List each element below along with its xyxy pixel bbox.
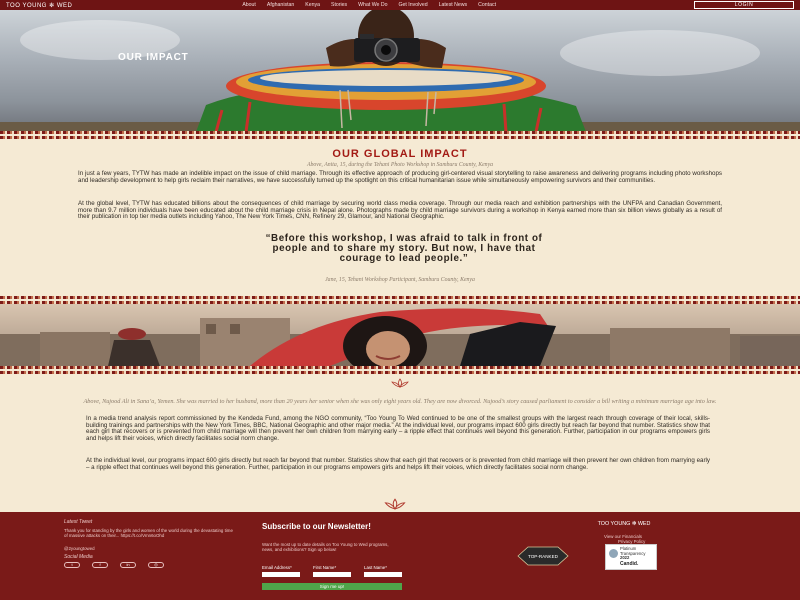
twitter-icon[interactable]: t <box>64 562 80 568</box>
seal-icon <box>609 549 618 558</box>
photographer-figure <box>196 10 586 132</box>
top-nav: TOO YOUNG ✻ WED About Afghanistan Kenya … <box>0 0 800 10</box>
decorative-border-middle <box>0 296 800 304</box>
last-name-label: Last Name* <box>364 565 387 570</box>
footer-brand: TOO YOUNG ✻ WED <box>597 521 651 527</box>
pull-quote: “Before this workshop, I was afraid to t… <box>265 233 543 264</box>
decorative-border-lower <box>0 366 800 374</box>
first-name-label: First Name* <box>313 565 337 570</box>
facebook-icon[interactable]: f <box>92 562 108 568</box>
brand-logo[interactable]: TOO YOUNG ✻ WED <box>6 2 72 9</box>
impact-paragraph-1: In just a few years, TYTW has made an in… <box>78 170 722 184</box>
story-image <box>0 304 800 366</box>
login-button[interactable]: LOGIN <box>694 1 794 9</box>
nav-link-latest-news[interactable]: Latest News <box>439 2 468 8</box>
nav-link-what-we-do[interactable]: What We Do <box>358 2 387 8</box>
hero-image: OUR IMPACT <box>0 10 800 132</box>
hero-title: OUR IMPACT <box>118 52 189 63</box>
newsletter-heading: Subscribe to our Newsletter! <box>262 522 371 531</box>
impact-paragraph-2: At the global level, TYTW has educated b… <box>78 200 722 221</box>
linkedin-icon[interactable]: in <box>120 562 136 568</box>
photo-caption: Above, Anita, 15, during the Tehani Phot… <box>306 162 494 168</box>
nav-link-get-involved[interactable]: Get Involved <box>398 2 427 8</box>
candid-transparency-badge: Platinum Transparency 2022 Candid. <box>605 544 657 570</box>
tweet-heading: Latest Tweet <box>64 519 93 525</box>
tweet-text[interactable]: Thank you for standing by the girls and … <box>64 528 234 538</box>
email-label: Email Address* <box>262 565 292 570</box>
nav-link-about[interactable]: About <box>242 2 256 8</box>
quote-attribution: Jane, 15, Tehani Workshop Participant, S… <box>325 277 475 283</box>
nav-links: About Afghanistan Kenya Stories What We … <box>242 2 507 8</box>
last-name-field[interactable] <box>364 572 402 577</box>
badge-brand: Candid. <box>620 561 639 567</box>
newsletter-text: Want the most up to date details on Too … <box>262 542 389 552</box>
nav-link-contact[interactable]: Contact <box>478 2 496 8</box>
top-ranked-badge: TOP-RANKED <box>517 546 569 566</box>
story-paragraph-1: In a media trend analysis report commiss… <box>86 415 710 443</box>
story-paragraph-2: At the individual level, our programs im… <box>86 457 710 471</box>
tweet-handle[interactable]: @2youngtowed <box>64 546 95 551</box>
email-field[interactable] <box>262 572 300 577</box>
top-ranked-text: TOP-RANKED <box>528 554 559 559</box>
section-title: OUR GLOBAL IMPACT <box>332 148 468 160</box>
social-heading: Social Media <box>64 554 93 560</box>
nav-link-kenya[interactable]: Kenya <box>305 2 320 8</box>
nav-link-afghanistan[interactable]: Afghanistan <box>267 2 294 8</box>
decorative-border-top <box>0 131 800 139</box>
lotus-icon-bottom <box>384 498 406 510</box>
instagram-icon[interactable]: ◎ <box>148 562 164 568</box>
first-name-field[interactable] <box>313 572 351 577</box>
story-caption: Above, Nujood Ali in Sana’a, Yemen. She … <box>83 398 717 405</box>
lotus-icon <box>391 378 409 388</box>
signup-button[interactable]: Sign me up! <box>262 583 402 590</box>
nav-link-stories[interactable]: Stories <box>331 2 347 8</box>
